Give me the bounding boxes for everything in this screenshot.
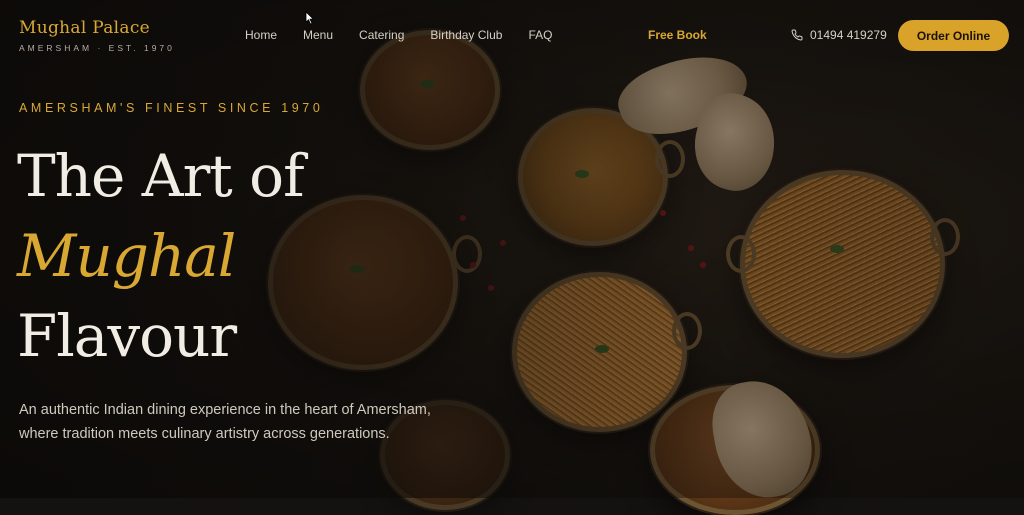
nav-links: Home Menu Catering Birthday Club FAQ — [245, 28, 578, 42]
nav-link-home[interactable]: Home — [245, 28, 277, 42]
headline-accent: Mughal — [17, 222, 236, 290]
brand-name: Mughal Palace — [19, 18, 151, 38]
order-online-button[interactable]: Order Online — [898, 20, 1009, 51]
brand-subtitle: AMERSHAM · EST. 1970 — [19, 43, 175, 53]
top-navigation: Mughal Palace AMERSHAM · EST. 1970 Home … — [0, 0, 1024, 72]
mouse-pointer-icon — [305, 11, 315, 25]
brand-logo[interactable]: Mughal Palace AMERSHAM · EST. 1970 — [19, 18, 175, 53]
headline-line-3: Flavour — [17, 302, 237, 370]
hero-eyebrow: AMERSHAM'S FINEST SINCE 1970 — [19, 101, 324, 115]
nav-link-birthday-club[interactable]: Birthday Club — [430, 28, 502, 42]
hero-headline: The Art of Mughal Flavour — [17, 136, 305, 376]
phone-number: 01494 419279 — [810, 28, 887, 42]
headline-line-1: The Art of — [17, 142, 305, 210]
nav-link-catering[interactable]: Catering — [359, 28, 404, 42]
phone-icon — [791, 29, 803, 41]
nav-link-menu[interactable]: Menu — [303, 28, 333, 42]
nav-link-faq[interactable]: FAQ — [528, 28, 552, 42]
phone-link[interactable]: 01494 419279 — [791, 28, 887, 42]
free-book-link[interactable]: Free Book — [648, 28, 707, 42]
hero-description: An authentic Indian dining experience in… — [19, 402, 431, 442]
